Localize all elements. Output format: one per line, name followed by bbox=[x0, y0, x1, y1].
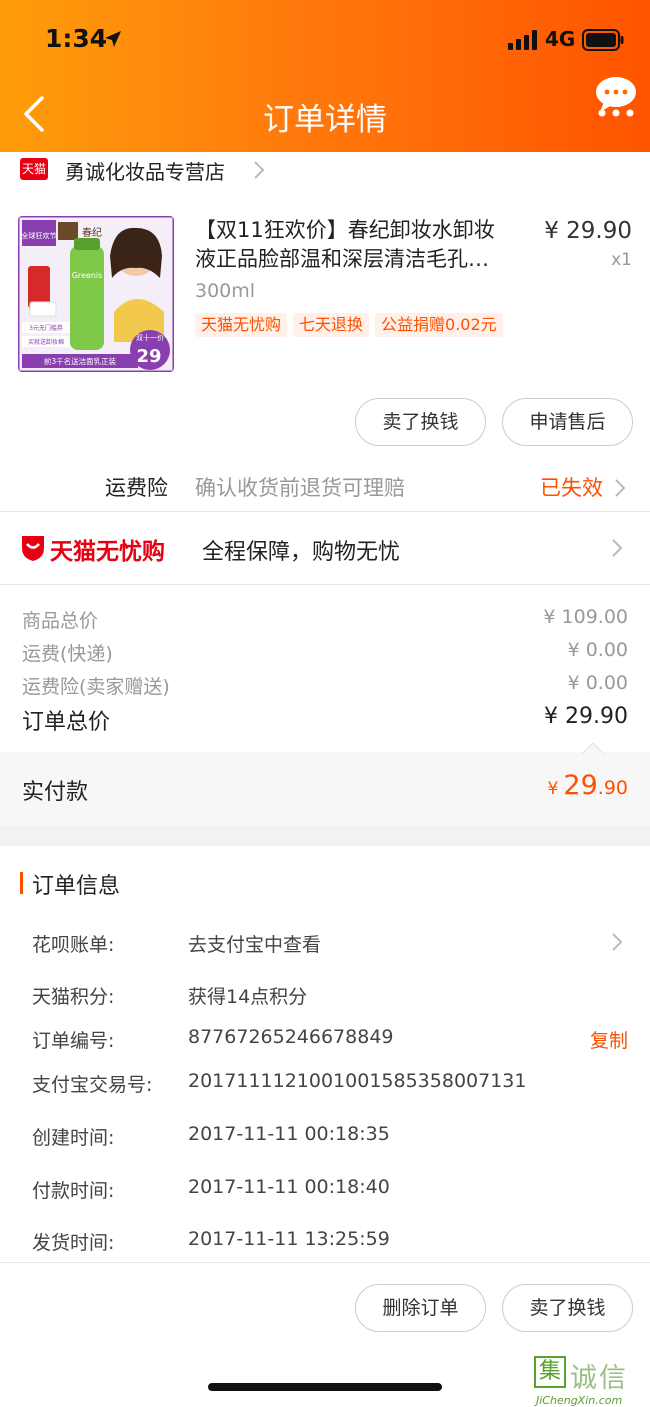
actual-payment-row: 实付款 ¥ 29.90 bbox=[0, 752, 650, 826]
image-badge-top: 全球狂欢节 bbox=[22, 231, 57, 240]
product-title-line2: 液正品脸部温和深层清洁毛孔… bbox=[195, 247, 489, 271]
product-quantity: x1 bbox=[611, 250, 632, 270]
info-label: 付款时间: bbox=[32, 1180, 115, 1202]
cost-label-shipping: 运费(快递) bbox=[22, 643, 113, 665]
tmall-badge: 天猫 bbox=[20, 158, 48, 180]
image-promo-1: 3元无门槛券 bbox=[29, 324, 63, 332]
actual-payment-value: ¥ 29.90 bbox=[547, 770, 629, 801]
info-value: 2017-11-11 00:18:40 bbox=[188, 1176, 390, 1198]
shipping-insurance-row[interactable]: 运费险 确认收货前退货可理赔 已失效 bbox=[0, 462, 650, 510]
info-value: 获得14点积分 bbox=[188, 986, 308, 1008]
info-row-points: 天猫积分: 获得14点积分 bbox=[0, 974, 650, 1014]
chevron-right-icon bbox=[254, 161, 265, 179]
image-brand: 春纪 bbox=[82, 227, 102, 239]
order-total-label: 订单总价 bbox=[22, 710, 111, 735]
insurance-status: 已失效 bbox=[540, 476, 603, 500]
store-row[interactable]: 天猫 勇诚化妆品专营店 bbox=[0, 152, 650, 188]
order-info-title: 订单信息 bbox=[32, 874, 121, 899]
info-label: 支付宝交易号: bbox=[32, 1074, 153, 1096]
watermark-logo: 集 诚信 JiChengXin.com bbox=[532, 1356, 647, 1407]
divider bbox=[0, 1262, 650, 1263]
cost-label-goods: 商品总价 bbox=[22, 610, 99, 632]
product-title[interactable]: 【双11狂欢价】春纪卸妆水卸妆 液正品脸部温和深层清洁毛孔… bbox=[195, 216, 525, 274]
order-total-value: ¥ 29.90 bbox=[544, 704, 628, 729]
product-item[interactable]: 全球狂欢节 春纪 Greenis 3元无门槛券 买就送卸妆棉 前3千名送洁面乳正… bbox=[0, 210, 650, 380]
info-label: 花呗账单: bbox=[32, 934, 115, 956]
watermark-cn: 诚信 bbox=[570, 1363, 628, 1394]
sell-for-cash-button-bottom[interactable]: 卖了换钱 bbox=[502, 1284, 633, 1332]
chevron-right-icon bbox=[612, 539, 623, 557]
info-row-shipped-time: 发货时间: 2017-11-11 13:25:59 bbox=[0, 1220, 650, 1260]
image-price-tag-num: 29 bbox=[136, 346, 161, 367]
image-bottle-label: Greenis bbox=[72, 271, 103, 280]
info-label: 订单编号: bbox=[32, 1030, 115, 1052]
cost-value-goods: ¥ 109.00 bbox=[543, 606, 628, 628]
signal-icon bbox=[508, 30, 537, 50]
after-sale-button[interactable]: 申请售后 bbox=[502, 398, 633, 446]
insurance-desc: 确认收货前退货可理赔 bbox=[195, 476, 405, 500]
insurance-label: 运费险 bbox=[105, 476, 168, 500]
product-image[interactable]: 全球狂欢节 春纪 Greenis 3元无门槛券 买就送卸妆棉 前3千名送洁面乳正… bbox=[18, 216, 174, 372]
info-value: 2017-11-11 13:25:59 bbox=[188, 1228, 390, 1250]
info-label: 天猫积分: bbox=[32, 986, 115, 1008]
watermark-mark: 集 bbox=[534, 1356, 566, 1388]
info-row-huabei[interactable]: 花呗账单: 去支付宝中查看 bbox=[0, 922, 650, 962]
delete-order-button[interactable]: 删除订单 bbox=[355, 1284, 486, 1332]
info-value: 87767265246678849 bbox=[188, 1026, 394, 1048]
home-indicator[interactable] bbox=[208, 1383, 442, 1391]
worry-free-row[interactable]: 天猫无忧购 全程保障，购物无忧 bbox=[0, 512, 650, 584]
image-promo-3: 前3千名送洁面乳正装 bbox=[44, 356, 117, 366]
chevron-right-icon bbox=[615, 479, 626, 497]
product-price: ¥ 29.90 bbox=[544, 218, 632, 244]
caret-up-icon bbox=[582, 742, 604, 754]
info-value[interactable]: 去支付宝中查看 bbox=[188, 930, 321, 957]
section-gap bbox=[0, 826, 650, 846]
worry-free-brand: 天猫无忧购 bbox=[50, 539, 165, 565]
worry-free-text: 全程保障，购物无忧 bbox=[202, 540, 401, 565]
cost-value-shipping: ¥ 0.00 bbox=[567, 639, 628, 661]
watermark-en: JiChengXin.com bbox=[536, 1394, 623, 1407]
battery-icon bbox=[582, 29, 624, 51]
more-dots-icon[interactable] bbox=[596, 108, 636, 118]
cost-value-insurance: ¥ 0.00 bbox=[567, 672, 628, 694]
info-row-order-number: 订单编号: 87767265246678849 复制 bbox=[0, 1018, 650, 1058]
cost-label-insurance: 运费险(卖家赠送) bbox=[22, 676, 170, 698]
header-bar: 1:34 4G 订单详情 bbox=[0, 0, 650, 152]
tag-charity: 公益捐赠0.02元 bbox=[375, 313, 503, 337]
divider bbox=[0, 584, 650, 585]
info-row-created-time: 创建时间: 2017-11-11 00:18:35 bbox=[0, 1115, 650, 1155]
tmall-shield-icon bbox=[22, 536, 44, 561]
image-promo-2: 买就送卸妆棉 bbox=[28, 338, 64, 346]
product-title-line1: 【双11狂欢价】春纪卸妆水卸妆 bbox=[195, 218, 495, 242]
status-time: 1:34 bbox=[45, 24, 108, 53]
network-type: 4G bbox=[545, 27, 576, 51]
actual-payment-label: 实付款 bbox=[22, 780, 89, 805]
tag-worry-free: 天猫无忧购 bbox=[195, 313, 288, 337]
chevron-right-icon bbox=[612, 933, 623, 951]
info-label: 创建时间: bbox=[32, 1127, 115, 1149]
info-value: 2017-11-11 00:18:35 bbox=[188, 1123, 390, 1145]
product-tags: 天猫无忧购 七天退换 公益捐赠0.02元 bbox=[195, 313, 509, 339]
page-title: 订单详情 bbox=[263, 102, 387, 138]
image-price-tag-top: 双十一价 bbox=[136, 333, 164, 342]
store-name[interactable]: 勇诚化妆品专营店 bbox=[65, 156, 225, 185]
product-spec: 300ml bbox=[195, 280, 256, 302]
info-label: 发货时间: bbox=[32, 1232, 115, 1254]
tag-seven-day-return: 七天退换 bbox=[293, 313, 370, 337]
info-value: 2017111121001001585358007131 bbox=[188, 1070, 527, 1092]
sell-for-cash-button[interactable]: 卖了换钱 bbox=[355, 398, 486, 446]
info-row-alipay-id: 支付宝交易号: 2017111121001001585358007131 bbox=[0, 1062, 650, 1102]
info-row-paid-time: 付款时间: 2017-11-11 00:18:40 bbox=[0, 1168, 650, 1208]
location-arrow-icon bbox=[105, 31, 121, 47]
accent-bar bbox=[20, 872, 23, 894]
copy-button[interactable]: 复制 bbox=[590, 1026, 628, 1053]
